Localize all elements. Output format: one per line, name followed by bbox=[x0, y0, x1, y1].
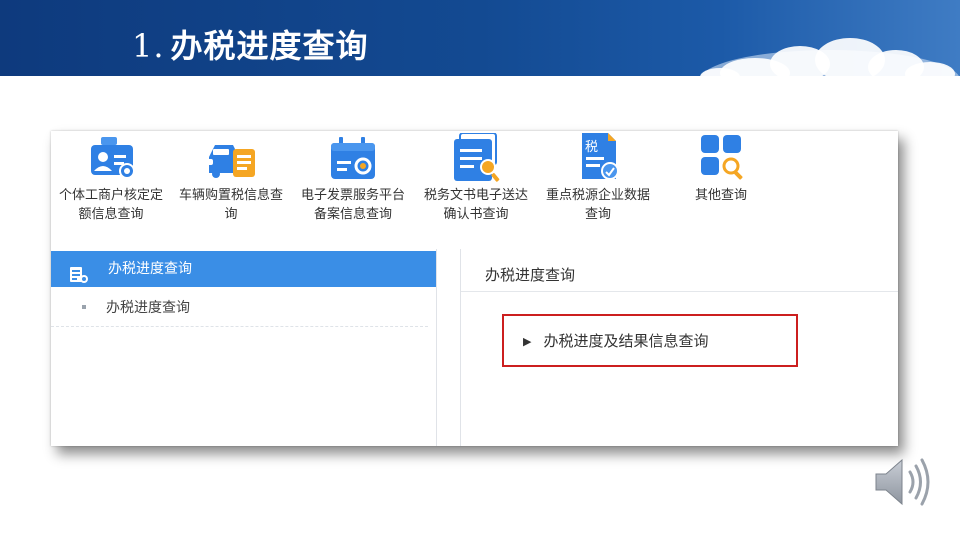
slide-title-number: 1. bbox=[132, 27, 165, 65]
play-arrow-icon: ▶ bbox=[523, 335, 532, 348]
shortcut-label: 个体工商户核定定额信息查询 bbox=[58, 188, 163, 222]
tax-character: 税 bbox=[585, 140, 598, 155]
quick-query-row: 个体工商户核定定额信息查询 车辆购置税信息查询 电子发票服务平台备案信息查询 税… bbox=[51, 131, 898, 249]
shortcut-label: 车辆购置税信息查询 bbox=[178, 188, 283, 222]
query-link-label: 办税进度及结果信息查询 bbox=[543, 332, 709, 350]
shortcut-e-invoice-filing-query[interactable]: 电子发票服务平台备案信息查询 bbox=[293, 131, 413, 249]
content-panel: 办税进度查询 ▶ 办税进度及结果信息查询 bbox=[460, 249, 898, 446]
sidebar: 办税进度查询 办税进度查询 bbox=[51, 249, 437, 446]
speaker-icon[interactable] bbox=[872, 454, 934, 510]
vehicle-icon bbox=[203, 133, 259, 185]
shortcut-other-queries[interactable]: 其他查询 bbox=[661, 131, 781, 249]
shortcut-household-quota-query[interactable]: 个体工商户核定定额信息查询 bbox=[51, 131, 171, 249]
shortcut-label: 其他查询 bbox=[694, 188, 747, 203]
highlight-box: ▶ 办税进度及结果信息查询 bbox=[502, 314, 798, 367]
shortcut-label: 电子发票服务平台备案信息查询 bbox=[300, 188, 405, 222]
shortcut-label: 税务文书电子送达确认书查询 bbox=[423, 188, 528, 222]
progress-result-query-link[interactable]: ▶ 办税进度及结果信息查询 bbox=[523, 330, 708, 354]
shortcut-vehicle-purchase-tax-query[interactable]: 车辆购置税信息查询 bbox=[171, 131, 291, 249]
sidebar-item-label: 办税进度查询 bbox=[106, 300, 190, 316]
shortcut-tax-document-delivery-query[interactable]: 税务文书电子送达确认书查询 bbox=[416, 131, 536, 249]
calendar-search-icon bbox=[325, 133, 381, 185]
tax-document-icon: 税 bbox=[570, 133, 626, 185]
sidebar-header-label: 办税进度查询 bbox=[108, 261, 192, 277]
sidebar-item-progress-query[interactable]: 办税进度查询 bbox=[51, 291, 428, 327]
slide-title-text: 办税进度查询 bbox=[170, 27, 369, 65]
shortcut-label: 重点税源企业数据查询 bbox=[545, 188, 650, 222]
document-list-icon bbox=[70, 261, 88, 283]
title-banner: 1. 办税进度查询 bbox=[0, 0, 960, 76]
id-card-search-icon bbox=[83, 133, 139, 185]
bullet-icon bbox=[82, 305, 86, 309]
app-screenshot: 个体工商户核定定额信息查询 车辆购置税信息查询 电子发票服务平台备案信息查询 税… bbox=[51, 131, 898, 446]
sidebar-header[interactable]: 办税进度查询 bbox=[51, 251, 436, 287]
content-title-text: 办税进度查询 bbox=[485, 266, 576, 284]
document-search-icon bbox=[448, 132, 504, 185]
content-title: 办税进度查询 bbox=[461, 249, 898, 292]
slide-title: 1. 办税进度查询 bbox=[132, 24, 369, 68]
shortcut-key-taxpayer-data-query[interactable]: 税 重点税源企业数据查询 bbox=[538, 131, 658, 249]
grid-search-icon bbox=[693, 133, 749, 185]
